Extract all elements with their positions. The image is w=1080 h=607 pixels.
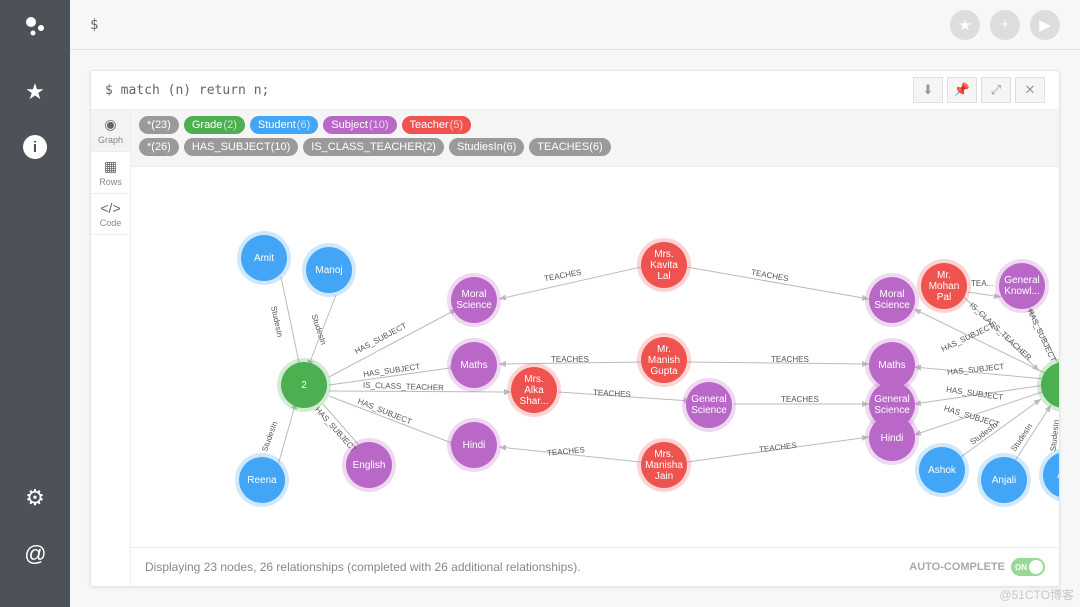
node-ashok[interactable]: Ashok [919,447,965,493]
node-anu[interactable]: Anu [1043,452,1059,498]
edge-has-subject: HAS_SUBJECT [946,385,1004,402]
edge-teaches: TEACHES [547,445,585,457]
cmd-text: $ match (n) return n; [105,83,269,98]
edge-tea: TEA... [971,279,993,288]
edge-studesin: StudesIn [269,305,284,338]
card-header: $ match (n) return n; ⬇ 📌 ⤢ ✕ [91,71,1059,110]
tab-code[interactable]: </>Code [91,194,130,235]
favorite-button[interactable]: ★ [950,10,980,40]
chip-is-class-teacher[interactable]: IS_CLASS_TEACHER(2) [303,138,444,156]
edge-studesin: StudesIn [1049,419,1059,451]
edge-has-subject: HAS_SUBJECT [313,405,358,454]
at-icon[interactable]: @ [24,541,46,567]
node-anjali[interactable]: Anjali [981,457,1027,503]
node-general-knowledge[interactable]: General Knowl... [999,263,1045,309]
gear-icon[interactable]: ⚙ [25,485,45,511]
pin-icon[interactable]: 📌 [947,77,977,103]
edge-teaches: TEACHES [771,355,809,364]
editor-prompt[interactable]: $ [90,17,98,33]
chips-panel: *(23) Grade(2) Student(6) Subject(10) Te… [131,110,1059,167]
chip-all-rels[interactable]: *(26) [139,138,179,156]
edge-teaches: TEACHES [544,268,583,283]
add-button[interactable]: + [990,10,1020,40]
tab-rows[interactable]: ▦Rows [91,152,130,194]
auto-complete-toggle[interactable]: ON [1011,558,1045,576]
chip-teacher[interactable]: Teacher(5) [402,116,472,134]
node-alka[interactable]: Mrs. Alka Shar... [511,367,557,413]
edge-teaches: TEACHES [751,268,790,283]
edge-studesin: StudesIn [1009,422,1034,453]
node-grade-3[interactable]: 3 [1041,362,1059,408]
node-reena[interactable]: Reena [239,457,285,503]
watermark: @51CTO博客 [999,586,1074,603]
edge-teaches: TEACHES [781,395,819,404]
edge-has-subject: HAS_SUBJECT [353,321,408,356]
node-general-science-1[interactable]: General Science [686,382,732,428]
node-moral-science-2[interactable]: Moral Science [869,277,915,323]
chip-has-subject[interactable]: HAS_SUBJECT(10) [184,138,298,156]
chip-subject[interactable]: Subject(10) [323,116,396,134]
edge-studesin: StudesIn [310,313,328,346]
chip-teaches[interactable]: TEACHES(6) [529,138,610,156]
top-editor-bar: $ ★ + ▶ [70,0,1080,50]
work-area: $ match (n) return n; ⬇ 📌 ⤢ ✕ ◉Graph ▦Ro… [70,50,1080,607]
download-icon[interactable]: ⬇ [913,77,943,103]
edge-studesin: StudesIn [260,420,279,453]
left-sidebar: ★ i ⚙ @ [0,0,70,607]
graph-canvas[interactable]: 2 Amit Manoj Reena Moral Science Maths H… [131,167,1059,547]
expand-icon[interactable]: ⤢ [981,77,1011,103]
node-manoj[interactable]: Manoj [306,247,352,293]
view-tabs: ◉Graph ▦Rows </>Code [91,110,131,586]
node-moral-science-1[interactable]: Moral Science [451,277,497,323]
node-hindi-1[interactable]: Hindi [451,422,497,468]
node-mohan[interactable]: Mr. Mohan Pal [921,263,967,309]
node-amit[interactable]: Amit [241,235,287,281]
edge-has-subject: HAS_SUBJECT [363,362,421,379]
node-grade-2[interactable]: 2 [281,362,327,408]
result-card: $ match (n) return n; ⬇ 📌 ⤢ ✕ ◉Graph ▦Ro… [90,70,1060,587]
node-hindi-2[interactable]: Hindi [869,415,915,461]
tab-graph[interactable]: ◉Graph [91,110,130,152]
edge-teaches: TEACHES [759,441,798,455]
run-button[interactable]: ▶ [1030,10,1060,40]
edge-has-subject: HAS_SUBJECT [947,362,1005,377]
chip-all-nodes[interactable]: *(23) [139,116,179,134]
star-icon[interactable]: ★ [25,79,45,105]
node-kavita[interactable]: Mrs. Kavita Lal [641,242,687,288]
edge-teaches: TEACHES [593,388,631,399]
node-manish[interactable]: Mr. Manish Gupta [641,337,687,383]
edge-is-class-teacher: IS_CLASS_TEACHER [363,381,444,393]
info-icon[interactable]: i [23,135,47,159]
chip-studies-in[interactable]: StudiesIn(6) [449,138,524,156]
node-manisha[interactable]: Mrs. Manisha Jain [641,442,687,488]
status-text: Displaying 23 nodes, 26 relationships (c… [145,560,581,574]
node-maths-1[interactable]: Maths [451,342,497,388]
chip-student[interactable]: Student(6) [250,116,318,134]
edge-has-subject: HAS_SUBJECT [356,397,413,427]
edge-teaches: TEACHES [551,355,589,364]
auto-complete-label: AUTO-COMPLETE [909,561,1005,573]
close-icon[interactable]: ✕ [1015,77,1045,103]
chip-grade[interactable]: Grade(2) [184,116,245,134]
neo4j-logo-icon [23,15,47,44]
card-footer: Displaying 23 nodes, 26 relationships (c… [131,547,1059,586]
